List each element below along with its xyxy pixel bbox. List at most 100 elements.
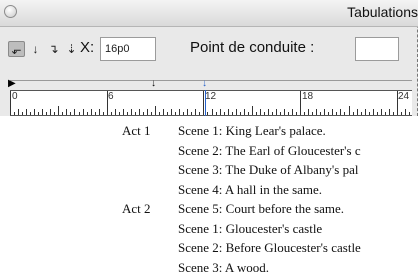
left-justified-tab-button[interactable]: ⬐ [8, 41, 25, 57]
ruler-tick [122, 109, 124, 115]
first-line-indent-marker-icon[interactable]: ▶ [8, 79, 16, 89]
ruler-tick [388, 109, 390, 115]
tab-ruler[interactable]: 0 6 12 18 24 [10, 90, 412, 116]
center-justified-tab-button[interactable]: ↓ [27, 41, 44, 57]
ruler-tick [372, 109, 374, 115]
ruler-tick [368, 112, 370, 115]
ruler-tick [171, 109, 173, 115]
ruler-tick [50, 109, 52, 115]
x-position-label: X: [80, 39, 95, 56]
ruler-tick [102, 112, 104, 115]
document-text: Act 1 Act 2 Scene 1: King Lear's palace.… [0, 117, 418, 273]
ruler-tick [320, 112, 322, 115]
tabs-panel: Tabulations ⬐ ↓ ↴ ⇣ X: Point de conduite… [0, 0, 418, 116]
ruler-tick [344, 112, 346, 115]
ruler-tick [82, 109, 84, 115]
ruler-tick [271, 112, 273, 115]
ruler-tick [312, 112, 314, 115]
ruler-tick [336, 112, 338, 115]
ruler-tick [134, 112, 136, 115]
ruler-tick [26, 109, 28, 115]
tab-position-guide [205, 90, 206, 116]
ruler-tick [42, 109, 44, 115]
x-position-field[interactable] [100, 37, 156, 61]
ruler-tick [62, 112, 64, 115]
ruler-tick [408, 112, 410, 115]
window-title: Tabulations [347, 4, 418, 20]
ruler-tick [352, 112, 354, 115]
ruler-tick [356, 109, 358, 115]
ruler-tick [78, 112, 80, 115]
ruler-tick [223, 112, 225, 115]
ruler-tick [142, 112, 144, 115]
ruler-tick [98, 109, 100, 115]
ruler-tick [163, 109, 165, 115]
center-tab-marker-icon[interactable]: ↓ [151, 79, 156, 89]
scene-line: Scene 3: A wood. [178, 259, 269, 273]
ruler-tick [155, 106, 157, 115]
ruler-tick [191, 112, 193, 115]
ruler-tick [243, 109, 245, 115]
ruler-tick [147, 109, 149, 115]
scene-line: Scene 4: A hall in the same. [178, 181, 323, 197]
ruler-tick [126, 112, 128, 115]
right-justified-tab-button[interactable]: ↴ [45, 41, 62, 57]
center-tab-icon: ↓ [32, 42, 39, 56]
act-label: Act 1 [122, 123, 151, 138]
ruler-tick [118, 112, 120, 115]
ruler-tick [251, 106, 253, 115]
ruler-label-12: 12 [205, 91, 217, 102]
ruler-tick [364, 109, 366, 115]
ruler-tick [308, 109, 310, 115]
ruler-tick [396, 91, 398, 115]
ruler-tick [183, 112, 185, 115]
right-tab-icon: ↴ [48, 42, 59, 56]
ruler-tick [231, 112, 233, 115]
ruler-label-24: 24 [398, 91, 410, 102]
ruler-tick [46, 112, 48, 115]
ruler-label-6: 6 [108, 91, 114, 102]
ruler-tick [284, 109, 286, 115]
ruler-tick [332, 109, 334, 115]
ruler-tick [138, 109, 140, 115]
close-button[interactable] [4, 5, 17, 18]
ruler-tick [66, 109, 68, 115]
decimal-tab-icon: ⇣ [66, 42, 77, 56]
ruler-tick [151, 112, 153, 115]
ruler-tick [247, 112, 249, 115]
ruler-tick [199, 112, 201, 115]
ruler-tick [18, 109, 20, 115]
ruler-tick [130, 109, 132, 115]
ruler-tick [227, 109, 229, 115]
scene-line: Scene 5: Court before the same. [178, 201, 345, 216]
scene-line: Scene 3: The Duke of Albany's pal [178, 162, 359, 177]
ruler-tick [324, 109, 326, 115]
ruler-tick [360, 112, 362, 115]
ruler-tick [38, 112, 40, 115]
ruler-tick [280, 112, 281, 115]
ruler-tick [94, 112, 96, 115]
scene-line: Scene 1: King Lear's palace. [178, 123, 326, 138]
ruler-tick [86, 112, 88, 115]
ruler-label-18: 18 [302, 91, 314, 102]
ruler-tick [159, 112, 161, 115]
align-on-decimal-tab-button[interactable]: ⇣ [63, 41, 80, 57]
ruler-tick [74, 109, 76, 115]
toolbar: ⬐ ↓ ↴ ⇣ X: Point de conduite : [0, 27, 418, 71]
ruler-tick [292, 109, 294, 115]
leader-field[interactable] [355, 37, 399, 61]
scene-line: Scene 1: Gloucester's castle [178, 220, 323, 236]
ruler-tick [106, 91, 108, 115]
ruler-tick [175, 112, 177, 115]
ruler-tick [304, 112, 306, 115]
title-bar: Tabulations [0, 0, 418, 27]
ruler-tick [316, 109, 318, 115]
ruler-tick [263, 112, 265, 115]
ruler-tick [70, 112, 72, 115]
ruler-tick [239, 112, 241, 115]
selected-left-tab-marker-icon[interactable]: ↓ [202, 79, 207, 89]
ruler-tick [179, 109, 181, 115]
ruler-tick [187, 109, 189, 115]
ruler-tick [10, 91, 11, 115]
ruler-tick [114, 109, 116, 115]
